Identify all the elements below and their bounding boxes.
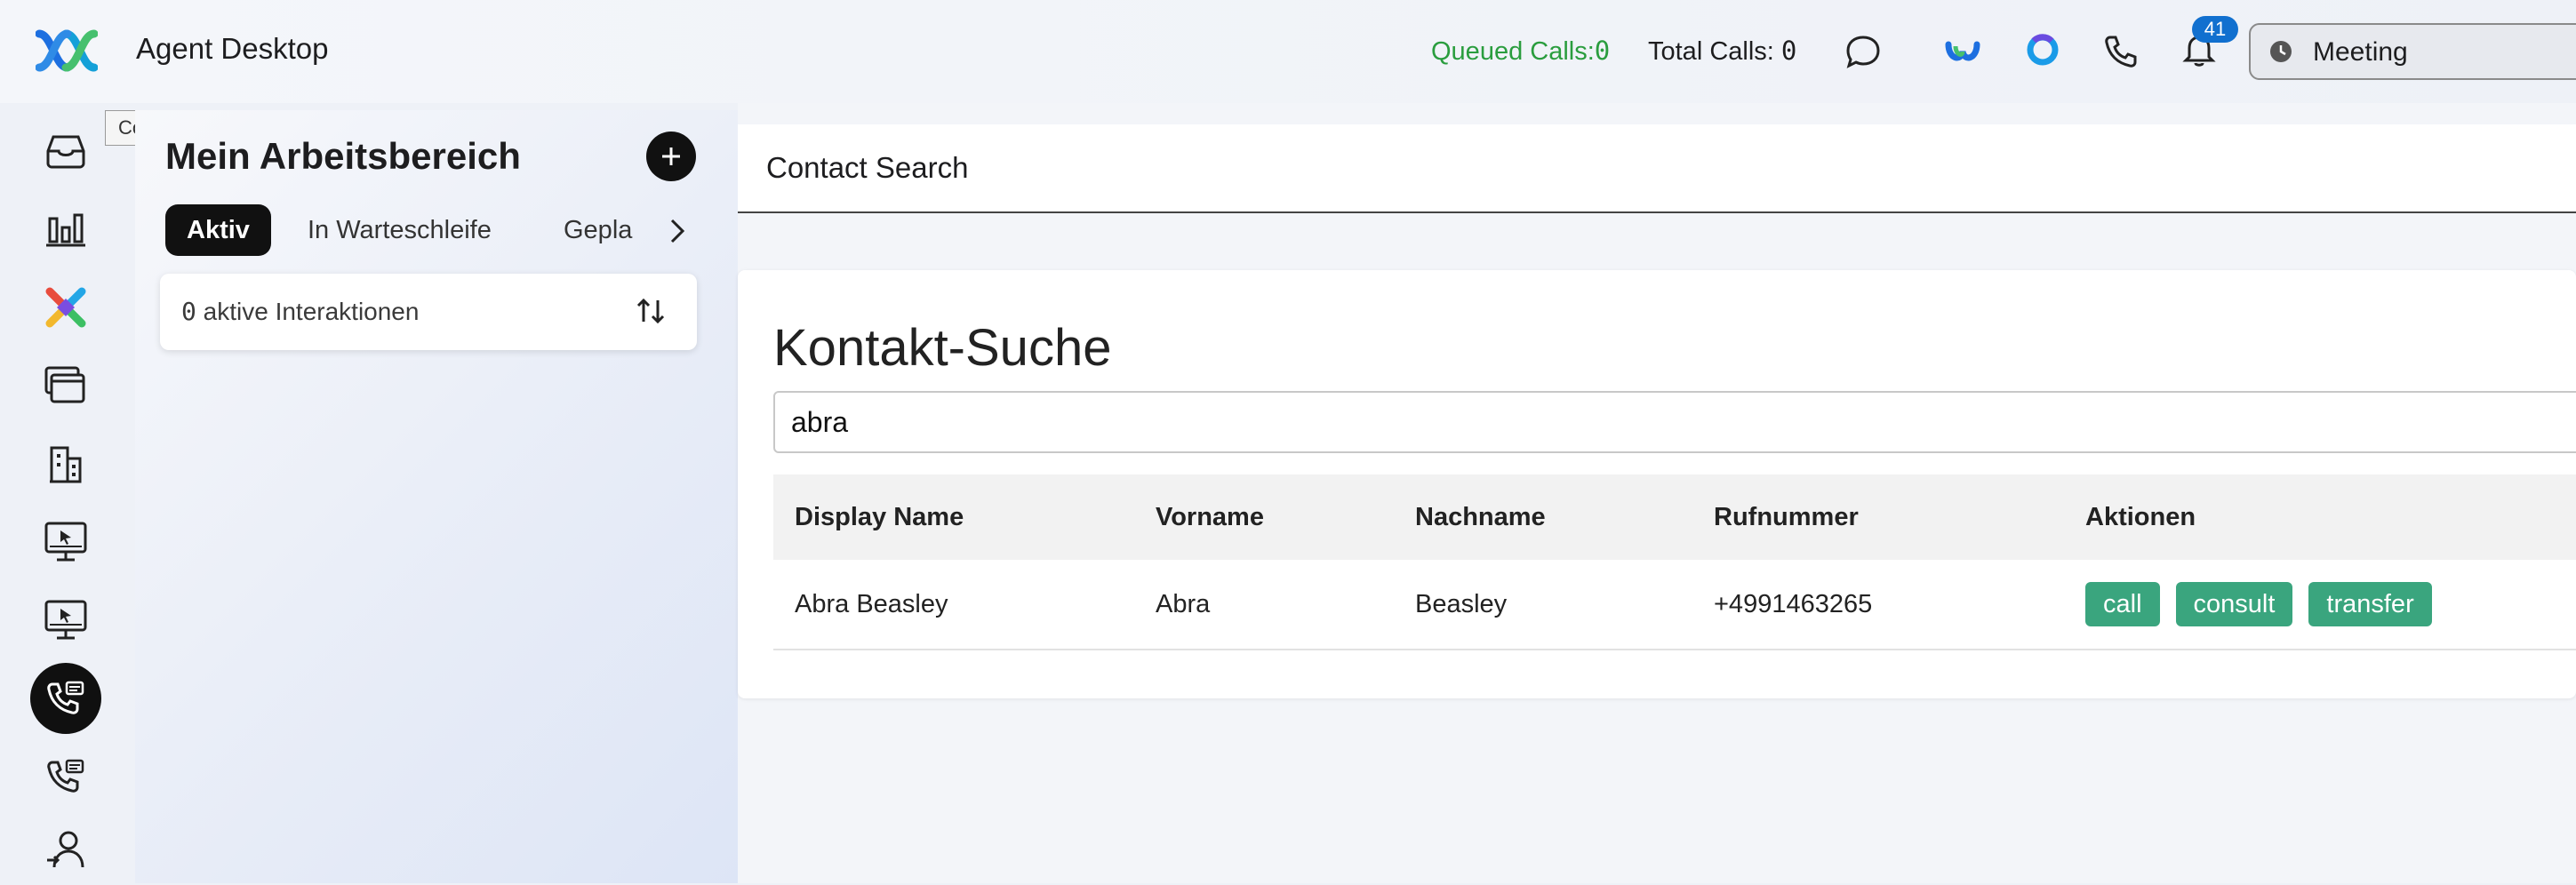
nav-analytics[interactable] xyxy=(30,194,101,265)
plus-icon xyxy=(662,148,680,165)
nav-inbox[interactable] xyxy=(30,116,101,187)
phone-contacts-icon xyxy=(47,759,84,793)
main-content: Contact Search Kontakt-Suche Display Nam… xyxy=(738,103,2576,883)
table-header: Display Name Vorname Nachname Rufnummer … xyxy=(773,474,2576,560)
nav-buildings[interactable] xyxy=(30,428,101,499)
cell-aktionen: call consult transfer xyxy=(2085,560,2448,649)
interactions-card: 0 aktive Interaktionen xyxy=(160,274,697,350)
tab-geplant[interactable]: Gepla xyxy=(564,204,632,256)
total-calls-value: 0 xyxy=(1780,36,1797,66)
tab-in-warteschleife[interactable]: In Warteschleife xyxy=(308,204,492,256)
bar-chart-icon xyxy=(46,213,85,247)
phone-icon[interactable] xyxy=(2101,32,2140,71)
webex-icon[interactable] xyxy=(1943,32,1982,71)
total-calls: Total Calls: 0 xyxy=(1648,36,1796,67)
chat-icon[interactable] xyxy=(1844,32,1883,71)
interactions-count: 0 xyxy=(181,297,196,326)
total-calls-label: Total Calls: xyxy=(1648,37,1781,66)
add-interaction-button[interactable] xyxy=(646,132,696,181)
transfer-button[interactable]: transfer xyxy=(2308,582,2432,626)
table-row: Abra Beasley Abra Beasley +4991463265 ca… xyxy=(773,560,2576,650)
nav-phone-contacts[interactable] xyxy=(30,741,101,812)
cell-display-name: Abra Beasley xyxy=(795,589,948,618)
column-rufnummer: Rufnummer xyxy=(1714,502,1859,531)
queued-calls: Queued Calls:0 xyxy=(1431,36,1610,67)
clock-icon xyxy=(2270,41,2292,62)
interactions-label: aktive Interaktionen xyxy=(196,298,420,325)
cell-rufnummer: +4991463265 xyxy=(1714,589,1873,618)
page-title: Kontakt-Suche xyxy=(773,319,1112,377)
nav-contact-search[interactable] xyxy=(30,663,101,734)
column-display-name: Display Name xyxy=(795,502,964,531)
user-login-icon xyxy=(47,831,84,868)
tab-aktiv[interactable]: Aktiv xyxy=(165,204,271,256)
inbox-icon xyxy=(46,135,85,169)
contact-search-input[interactable] xyxy=(773,391,2576,453)
queued-calls-label: Queued Calls: xyxy=(1431,37,1595,66)
consult-button[interactable]: consult xyxy=(2175,582,2293,626)
nav-user-login[interactable] xyxy=(30,814,101,885)
left-nav xyxy=(0,103,135,883)
top-bar: Agent Desktop Queued Calls:0 Total Calls… xyxy=(0,0,2576,103)
notification-badge: 41 xyxy=(2192,16,2238,43)
windows-icon xyxy=(44,366,85,403)
contact-search-header: Contact Search xyxy=(738,124,2576,213)
nav-monitor-2[interactable] xyxy=(30,585,101,656)
contacts-table: Display Name Vorname Nachname Rufnummer … xyxy=(773,474,2576,650)
cell-nachname: Beasley xyxy=(1415,589,1508,618)
workspace-panel: Mein Arbeitsbereich Aktiv In Warteschlei… xyxy=(135,110,738,883)
contact-search-phone-icon xyxy=(47,681,84,714)
monitor-cursor-icon xyxy=(44,600,87,640)
cisco-ai-icon[interactable] xyxy=(2023,32,2062,71)
column-aktionen: Aktionen xyxy=(2085,502,2196,531)
contact-search-header-title: Contact Search xyxy=(766,151,969,184)
sort-icon[interactable] xyxy=(633,293,668,329)
contact-search-panel: Kontakt-Suche Display Name Vorname Nachn… xyxy=(738,270,2576,698)
nav-webex-app[interactable] xyxy=(30,272,101,343)
call-button[interactable]: call xyxy=(2085,582,2160,626)
interactions-summary: 0 aktive Interaktionen xyxy=(181,297,419,326)
cell-vorname: Abra xyxy=(1156,589,1211,618)
nav-monitor-1[interactable] xyxy=(30,506,101,578)
chevron-right-icon[interactable] xyxy=(660,211,695,251)
column-nachname: Nachname xyxy=(1415,502,1546,531)
buildings-icon xyxy=(50,446,82,483)
column-vorname: Vorname xyxy=(1156,502,1264,531)
queued-calls-value: 0 xyxy=(1594,36,1611,66)
app-title: Agent Desktop xyxy=(136,32,329,65)
agent-status-label: Meeting xyxy=(2313,37,2408,67)
monitor-cursor-icon xyxy=(44,522,87,562)
webex-logo-icon xyxy=(36,29,98,72)
agent-status-select[interactable]: Meeting xyxy=(2249,23,2576,80)
workspace-tabs: Aktiv In Warteschleife Gepla xyxy=(165,204,699,256)
workspace-title: Mein Arbeitsbereich xyxy=(165,135,521,177)
webex-app-icon xyxy=(45,287,86,328)
nav-windows[interactable] xyxy=(30,350,101,421)
